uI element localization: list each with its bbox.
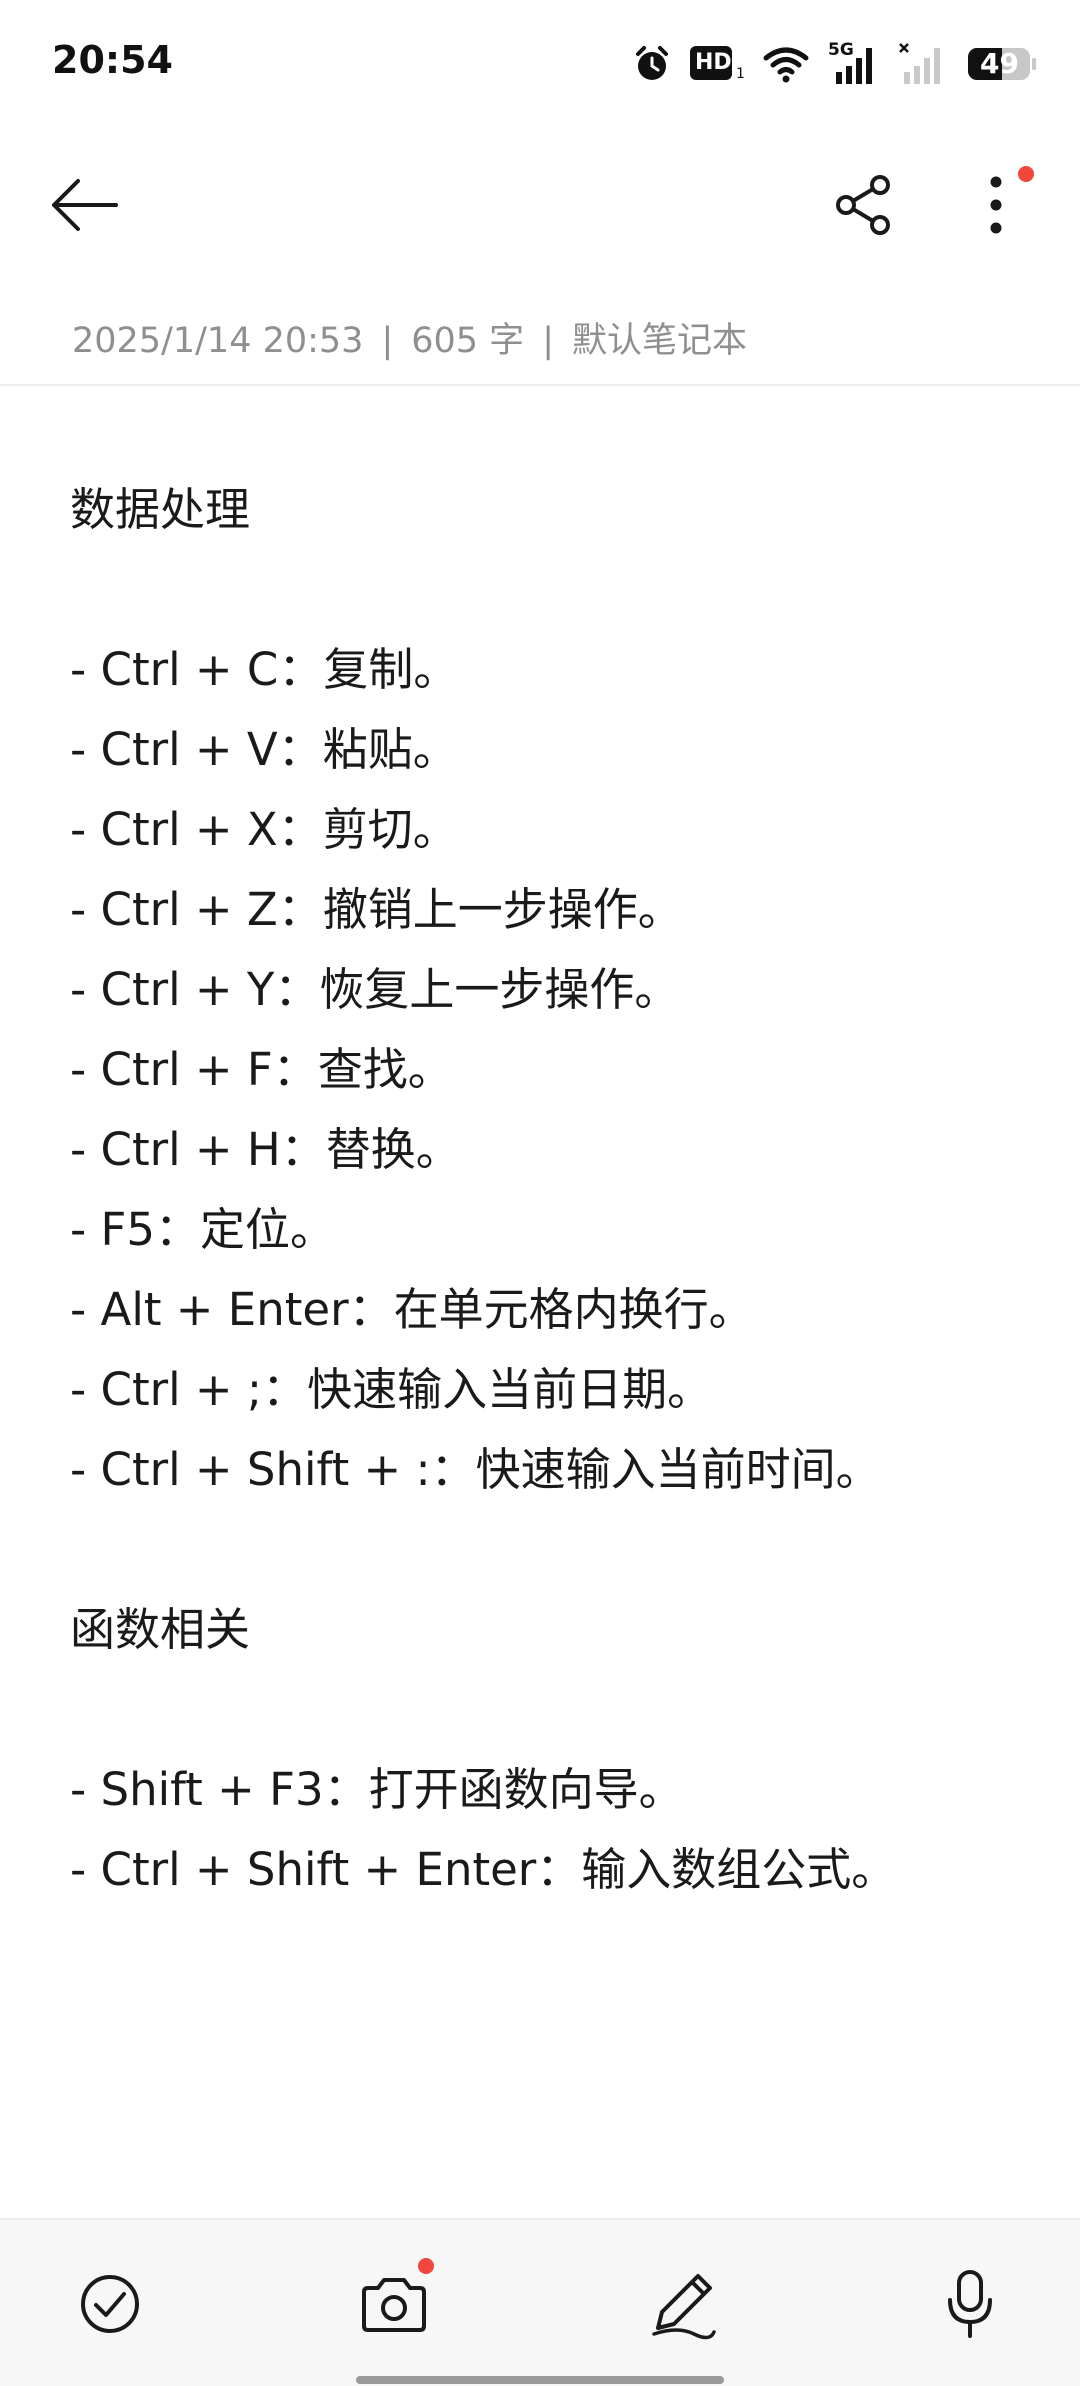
note-datetime: 2025/1/14 20:53 xyxy=(72,321,364,361)
pen-icon xyxy=(652,2274,716,2340)
status-time: 20:54 xyxy=(52,38,173,82)
list-item: - Shift + F3：打开函数向导。 xyxy=(70,1763,684,1816)
signal-5g-icon: 5G xyxy=(828,40,880,86)
list-item: - Ctrl + F：查找。 xyxy=(70,1043,453,1096)
list-item: - Ctrl + Shift + :：快速输入当前时间。 xyxy=(70,1443,881,1496)
list-item: - Ctrl + V：粘贴。 xyxy=(70,723,458,776)
note-notebook[interactable]: 默认笔记本 xyxy=(572,321,747,361)
back-button[interactable] xyxy=(44,165,124,245)
meta-separator: | xyxy=(381,321,394,361)
camera-notification-dot xyxy=(418,2258,434,2274)
notification-dot xyxy=(1018,166,1034,182)
battery-icon: 49 xyxy=(966,44,1038,84)
bottom-toolbar xyxy=(0,2218,1080,2386)
alarm-icon xyxy=(632,44,672,84)
more-vertical-icon xyxy=(990,176,1002,234)
microphone-icon xyxy=(948,2270,992,2338)
signal-empty-icon xyxy=(898,42,948,86)
checklist-icon xyxy=(81,2275,139,2333)
list-item: - F5：定位。 xyxy=(70,1203,336,1256)
arrow-left-icon xyxy=(52,179,118,231)
list-item: - Ctrl + Shift + Enter：输入数组公式。 xyxy=(70,1843,897,1896)
list-item: - Ctrl + H：替换。 xyxy=(70,1123,461,1176)
camera-icon xyxy=(362,2278,426,2332)
note-meta: 2025/1/14 20:53 | 605 字 | 默认笔记本 xyxy=(72,312,747,363)
share-icon xyxy=(836,175,890,235)
list-item: - Ctrl + ;：快速输入当前日期。 xyxy=(70,1363,713,1416)
list-item: - Ctrl + X：剪切。 xyxy=(70,803,458,856)
hd-icon: HD 1 xyxy=(690,44,745,84)
pen-button[interactable] xyxy=(644,2264,724,2344)
section-title: 数据处理 xyxy=(70,483,251,536)
status-bar: 20:54 HD 1 5G 49 xyxy=(0,0,1080,128)
note-toolbar xyxy=(0,140,1080,270)
share-button[interactable] xyxy=(824,165,904,245)
list-item: - Alt + Enter：在单元格内换行。 xyxy=(70,1283,754,1336)
home-indicator[interactable] xyxy=(356,2376,724,2384)
status-icons: HD 1 5G 49 xyxy=(632,40,1038,88)
camera-button[interactable] xyxy=(354,2264,434,2344)
note-word-count: 605 字 xyxy=(411,321,525,361)
meta-divider xyxy=(0,384,1080,386)
voice-button[interactable] xyxy=(930,2264,1010,2344)
list-item: - Ctrl + C：复制。 xyxy=(70,643,459,696)
list-item: - Ctrl + Y：恢复上一步操作。 xyxy=(70,963,680,1016)
section-title: 函数相关 xyxy=(70,1603,251,1656)
checklist-button[interactable] xyxy=(70,2264,150,2344)
list-item: - Ctrl + Z：撤销上一步操作。 xyxy=(70,883,683,936)
hd-label: HD xyxy=(695,50,732,75)
meta-separator: | xyxy=(542,321,554,361)
wifi-icon xyxy=(762,44,810,84)
battery-level: 49 xyxy=(980,47,1019,80)
note-content[interactable]: 数据处理 - Ctrl + C：复制。 - Ctrl + V：粘贴。 - Ctr… xyxy=(70,470,1030,1910)
